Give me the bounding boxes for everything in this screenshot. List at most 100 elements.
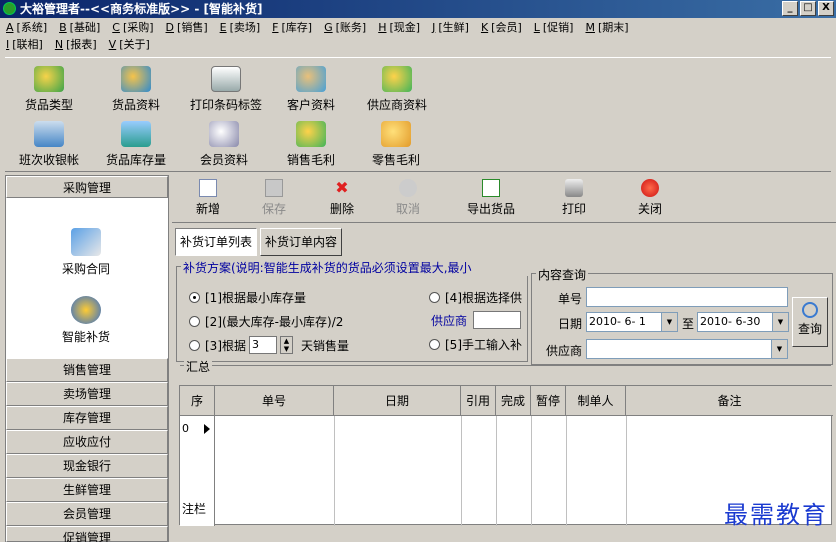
purchase-entries: 采购合同 智能补货 ▼: [6, 198, 168, 373]
export-goods-button[interactable]: 导出货品: [457, 179, 525, 217]
tab-order-list[interactable]: 补货订单列表: [175, 228, 258, 256]
radio-selected[interactable]: [189, 292, 200, 303]
retail-margin-button[interactable]: 零售毛利: [352, 121, 440, 168]
close-button[interactable]: 关闭: [620, 179, 680, 217]
date-to-picker[interactable]: 2010- 6-30 ▼: [697, 312, 789, 332]
title-bar: 大裕管理者--<<商务标准版>> - [智能补货] _ □ X: [0, 0, 836, 18]
close-window-button[interactable]: X: [818, 1, 834, 16]
new-button[interactable]: 新增: [178, 179, 238, 217]
chevron-down-icon[interactable]: ▼: [771, 340, 787, 358]
window-controls: _ □ X: [782, 1, 834, 16]
col-complete[interactable]: 完成: [496, 386, 531, 416]
order-no-input[interactable]: [586, 287, 788, 307]
member-data-button[interactable]: 会员资料: [180, 121, 268, 168]
menu-fresh[interactable]: J [生鲜]: [432, 19, 469, 36]
order-tabs: 补货订单列表 补货订单内容: [175, 228, 343, 256]
plan-option-1[interactable]: [1]根据最小库存量: [189, 289, 306, 306]
menu-purchase[interactable]: C [采购]: [112, 19, 153, 36]
retail-margin-icon: [381, 121, 411, 147]
summary-legend: 汇总: [184, 358, 213, 375]
contract-icon: [71, 228, 101, 256]
grid-header: 序 单号 日期 引用 完成 暂停 制单人 备注: [180, 386, 833, 416]
date-label: 日期: [557, 317, 582, 331]
nav-member-management[interactable]: 会员管理: [6, 502, 168, 526]
menu-reports[interactable]: N [报表]: [55, 36, 97, 53]
query-button[interactable]: 查询: [792, 297, 828, 347]
menu-link[interactable]: I [联相]: [6, 36, 43, 53]
cashier-shift-icon: [34, 121, 64, 147]
menu-system[interactable]: A [系统]: [6, 19, 47, 36]
nav-promotion-management[interactable]: 促销管理: [6, 526, 168, 542]
menu-member[interactable]: K [会员]: [481, 19, 522, 36]
nav-receivables-payables[interactable]: 应收应付: [6, 430, 168, 454]
col-date[interactable]: 日期: [334, 386, 461, 416]
radio[interactable]: [429, 292, 440, 303]
supplier-select[interactable]: ▼: [586, 339, 788, 359]
col-remarks[interactable]: 备注: [626, 386, 833, 416]
purchase-management-header[interactable]: 采购管理: [6, 176, 168, 198]
minimize-button[interactable]: _: [782, 1, 798, 16]
menu-bar: A [系统] B [基础] C [采购] D [销售] E [卖场] F [库存] G [账务…: [0, 18, 836, 54]
sales-margin-button[interactable]: 销售毛利: [267, 121, 355, 168]
watermark: 最需教育: [724, 501, 828, 529]
order-no-label: 单号: [557, 292, 582, 306]
column-divider: [461, 416, 462, 526]
chevron-down-icon[interactable]: ▼: [772, 313, 788, 331]
menu-period-end[interactable]: M [期末]: [585, 19, 628, 36]
excel-export-icon: [482, 179, 500, 197]
goods-type-button[interactable]: 货品类型: [5, 66, 93, 113]
delete-button[interactable]: ✖ 删除: [312, 179, 372, 217]
radio[interactable]: [189, 339, 200, 351]
plan-option-2[interactable]: [2](最大库存-最小库存)/2: [189, 313, 343, 330]
menu-store[interactable]: E [卖场]: [220, 19, 261, 36]
nav-inventory-management[interactable]: 库存管理: [6, 406, 168, 430]
supplier-data-button[interactable]: 供应商资料: [352, 66, 442, 113]
nav-cash-bank[interactable]: 现金银行: [6, 454, 168, 478]
purchase-contract-entry[interactable]: 采购合同: [36, 228, 136, 277]
goods-data-button[interactable]: 货品资料: [92, 66, 180, 113]
col-order-no[interactable]: 单号: [215, 386, 334, 416]
column-divider: [566, 416, 567, 526]
cancel-button[interactable]: 取消: [378, 179, 438, 217]
smart-restock-entry[interactable]: 智能补货: [36, 296, 136, 345]
col-seq[interactable]: 序: [180, 386, 215, 416]
left-nav-panel: 采购管理 采购合同 智能补货 ▼ 销售管理 卖场管理 库存管理 应收应付 现金银…: [5, 175, 169, 542]
customer-data-button[interactable]: 客户资料: [267, 66, 355, 113]
print-button[interactable]: 打印: [544, 179, 604, 217]
menu-sales[interactable]: D [销售]: [166, 19, 208, 36]
tab-order-content[interactable]: 补货订单内容: [260, 228, 343, 256]
col-reference[interactable]: 引用: [461, 386, 496, 416]
menu-basic[interactable]: B [基础]: [59, 19, 100, 36]
nav-store-management[interactable]: 卖场管理: [6, 382, 168, 406]
smart-restock-icon: [71, 296, 101, 324]
plan-option-4[interactable]: [4]根据选择供: [429, 289, 522, 306]
days-stepper-buttons[interactable]: ▲ ▼: [280, 336, 293, 354]
member-icon: [209, 121, 239, 147]
col-paused[interactable]: 暂停: [531, 386, 566, 416]
nav-sales-management[interactable]: 销售管理: [6, 358, 168, 382]
maximize-button[interactable]: □: [800, 1, 816, 16]
days-stepper-input[interactable]: 3: [249, 336, 277, 354]
print-barcode-label-button[interactable]: 打印条码标签: [178, 66, 274, 113]
radio[interactable]: [189, 316, 200, 327]
column-divider: [334, 416, 335, 526]
shortcut-bar: 货品类型 货品资料 打印条码标签 客户资料 供应商资料 班次收银帐 货品库存量 …: [5, 57, 831, 172]
stock-quantity-button[interactable]: 货品库存量: [92, 121, 180, 168]
plan-option-3[interactable]: [3]根据 3 ▲ ▼ 天销售量: [189, 336, 349, 354]
supplier-icon: [382, 66, 412, 92]
menu-inventory[interactable]: F [库存]: [272, 19, 312, 36]
menu-promotion[interactable]: L [促销]: [534, 19, 574, 36]
plan-option-5[interactable]: [5]手工输入补: [429, 336, 522, 353]
column-divider: [531, 416, 532, 526]
cashier-shift-button[interactable]: 班次收银帐: [5, 121, 93, 168]
chevron-down-icon[interactable]: ▼: [661, 313, 677, 331]
radio[interactable]: [429, 339, 440, 350]
col-creator[interactable]: 制单人: [566, 386, 626, 416]
plan-supplier-input[interactable]: [473, 311, 522, 329]
menu-accounts[interactable]: G [账务]: [324, 19, 366, 36]
date-from-picker[interactable]: 2010- 6- 1 ▼: [586, 312, 678, 332]
save-button[interactable]: 保存: [244, 179, 304, 217]
nav-fresh-management[interactable]: 生鲜管理: [6, 478, 168, 502]
menu-about[interactable]: V [关于]: [109, 36, 150, 53]
menu-cash[interactable]: H [现金]: [378, 19, 420, 36]
